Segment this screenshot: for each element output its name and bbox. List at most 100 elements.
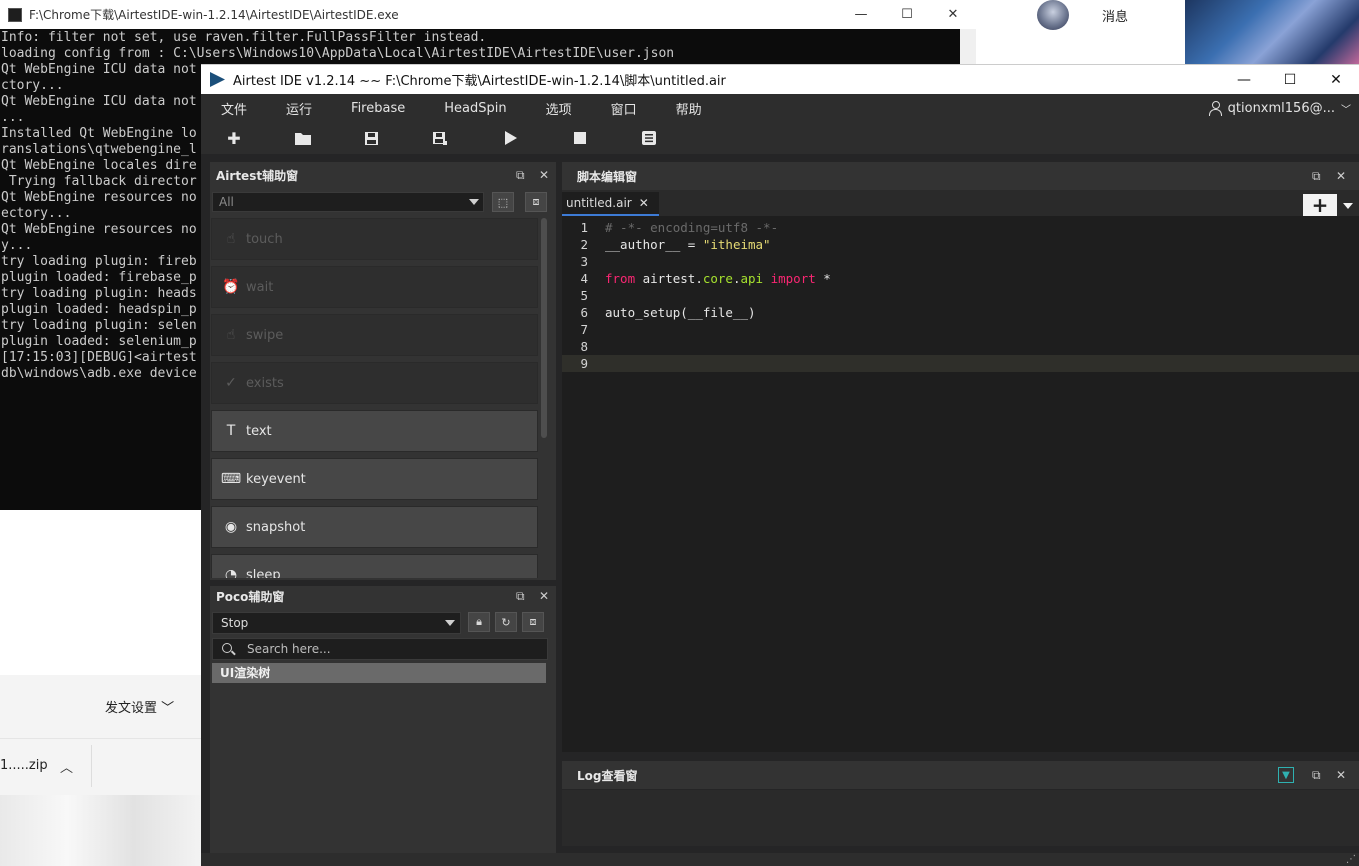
api-item-label: exists	[246, 375, 284, 391]
messages-label[interactable]: 消息	[1102, 6, 1128, 25]
api-item-exists[interactable]: ✓ exists	[211, 362, 538, 404]
poco-panel-title: Poco辅助窗	[216, 589, 285, 604]
line-number: 8	[580, 339, 588, 354]
close-icon[interactable]: ✕	[1336, 163, 1346, 189]
float-panel-icon[interactable]: ⧉	[1312, 762, 1321, 788]
new-file-icon[interactable]: ✚	[222, 126, 246, 150]
tab-untitled-air[interactable]: untitled.air ✕	[562, 192, 659, 216]
chevron-down-icon: ﹀	[1341, 104, 1351, 116]
record-icon[interactable]: ⧈	[522, 612, 544, 632]
status-bar: ⋰	[201, 853, 1359, 866]
code-token: # -*- encoding=utf8 -*-	[605, 220, 779, 235]
ide-maximize-button[interactable]: ☐	[1267, 65, 1313, 95]
search-icon	[222, 643, 232, 653]
divider	[0, 738, 201, 739]
refresh-icon[interactable]: ↻	[495, 612, 517, 632]
code-line[interactable]: 6 auto_setup(__file__)	[562, 304, 1359, 321]
api-item-sleep[interactable]: ◔ sleep	[211, 554, 538, 578]
code-token: __author__ =	[605, 237, 703, 252]
float-panel-icon[interactable]: ⧉	[516, 162, 525, 188]
poco-search-placeholder: Search here...	[247, 642, 331, 656]
console-line: Info: filter not set, use raven.filter.F…	[1, 30, 487, 45]
wallpaper-image	[1185, 0, 1359, 64]
close-icon[interactable]: ✕	[1336, 762, 1346, 788]
airtest-ide-window: Airtest IDE v1.2.14 ~~ F:\Chrome下载\Airte…	[201, 64, 1359, 866]
airtest-assistant-panel: Airtest辅助窗 ⧉ ✕ All ⬚ ⧈ ☝ touch ⏰ wait ☝ swipe…	[210, 162, 556, 580]
log-panel-title: Log查看窗	[577, 768, 638, 783]
code-line[interactable]: 7	[562, 321, 1359, 338]
api-item-touch[interactable]: ☝ touch	[211, 218, 538, 260]
close-icon[interactable]: ✕	[539, 162, 549, 188]
close-icon[interactable]: ✕	[539, 583, 549, 609]
poco-mode-select[interactable]: Stop	[212, 612, 461, 634]
chevron-down-icon: ﹀	[157, 701, 175, 716]
line-number: 5	[580, 288, 588, 303]
menu-options[interactable]: 选项	[526, 99, 591, 118]
chevron-down-icon[interactable]	[1343, 203, 1353, 209]
save-icon[interactable]	[359, 126, 383, 150]
api-filter-select[interactable]: All	[212, 192, 484, 212]
menu-run[interactable]: 运行	[266, 99, 331, 118]
avatar[interactable]	[1037, 0, 1069, 30]
download-file-name[interactable]: 1.....zip	[0, 758, 48, 773]
menu-help[interactable]: 帮助	[656, 99, 721, 118]
api-list: ☝ touch ⏰ wait ☝ swipe ✓ exists Ttext ⌨ keyevent ◉ s…	[211, 218, 538, 578]
menu-bar: 文件 运行 Firebase HeadSpin 选项 窗口 帮助 qtionxm…	[201, 94, 1359, 122]
float-panel-icon[interactable]: ⧉	[1312, 163, 1321, 189]
menu-headspin[interactable]: HeadSpin	[424, 101, 525, 116]
log-report-icon[interactable]	[637, 126, 661, 150]
console-maximize-button[interactable]: ☐	[884, 0, 930, 29]
api-item-label: wait	[246, 279, 274, 295]
console-close-button[interactable]: ✕	[930, 0, 976, 29]
api-item-keyevent[interactable]: ⌨ keyevent	[211, 458, 538, 500]
line-number: 6	[580, 305, 588, 320]
poco-search-input[interactable]: Search here...	[212, 638, 548, 660]
post-settings-dropdown[interactable]: 发文设置 ﹀	[105, 697, 174, 716]
text-icon: T	[226, 423, 236, 439]
code-line[interactable]: 5	[562, 287, 1359, 304]
save-as-icon[interactable]	[428, 126, 452, 150]
log-viewer-panel: Log查看窗 ▼ ⧉ ✕	[562, 761, 1359, 866]
console-minimize-button[interactable]: —	[838, 0, 884, 29]
lock-icon[interactable]: 🔒︎	[468, 612, 490, 632]
code-token: "itheima"	[702, 237, 771, 252]
menu-window[interactable]: 窗口	[591, 99, 656, 118]
float-panel-icon[interactable]: ⧉	[516, 583, 525, 609]
open-folder-icon[interactable]	[291, 126, 315, 150]
chevron-up-icon[interactable]: ︿	[60, 757, 73, 776]
menu-firebase[interactable]: Firebase	[331, 101, 424, 116]
ide-close-button[interactable]: ✕	[1313, 65, 1359, 95]
api-list-scrollbar[interactable]	[541, 218, 547, 438]
stop-icon[interactable]	[568, 126, 592, 150]
api-item-label: text	[246, 423, 272, 439]
resize-grip-icon[interactable]: ⋰	[1346, 854, 1356, 865]
poco-mode-value: Stop	[221, 616, 249, 630]
api-item-wait[interactable]: ⏰ wait	[211, 266, 538, 308]
code-line[interactable]: 3	[562, 253, 1359, 270]
code-line[interactable]: 1 # -*- encoding=utf8 -*-	[562, 219, 1359, 236]
ide-minimize-button[interactable]: —	[1221, 65, 1267, 95]
code-line[interactable]: 4 from airtest.core.api import *	[562, 270, 1359, 287]
code-line[interactable]: 9	[562, 355, 1359, 372]
add-tab-button[interactable]: +	[1303, 193, 1337, 217]
menu-file[interactable]: 文件	[201, 99, 266, 118]
close-tab-icon[interactable]: ✕	[639, 196, 649, 210]
toolbar: ✚	[201, 122, 1359, 154]
record-icon[interactable]: ⧈	[525, 192, 547, 212]
code-text: __author__ = "itheima"	[605, 236, 771, 253]
ui-tree-root[interactable]: UI渲染树	[212, 663, 546, 683]
user-account-menu[interactable]: qtionxml156@... ﹀	[1208, 94, 1351, 122]
api-item-snapshot[interactable]: ◉ snapshot	[211, 506, 538, 548]
post-settings-label: 发文设置	[105, 701, 158, 716]
run-icon[interactable]	[499, 126, 523, 150]
api-item-text[interactable]: Ttext	[211, 410, 538, 452]
exists-icon: ✓	[225, 375, 237, 391]
code-line[interactable]: 2 __author__ = "itheima"	[562, 236, 1359, 253]
filter-icon[interactable]: ▼	[1278, 767, 1294, 783]
api-item-swipe[interactable]: ☝ swipe	[211, 314, 538, 356]
code-line[interactable]: 8	[562, 338, 1359, 355]
screen-select-icon[interactable]: ⬚	[492, 192, 514, 212]
console-titlebar: F:\Chrome下载\AirtestIDE-win-1.2.14\Airtes…	[0, 0, 976, 29]
divider	[91, 745, 92, 787]
code-area[interactable]: 1 # -*- encoding=utf8 -*- 2 __author__ = "i…	[562, 219, 1359, 752]
